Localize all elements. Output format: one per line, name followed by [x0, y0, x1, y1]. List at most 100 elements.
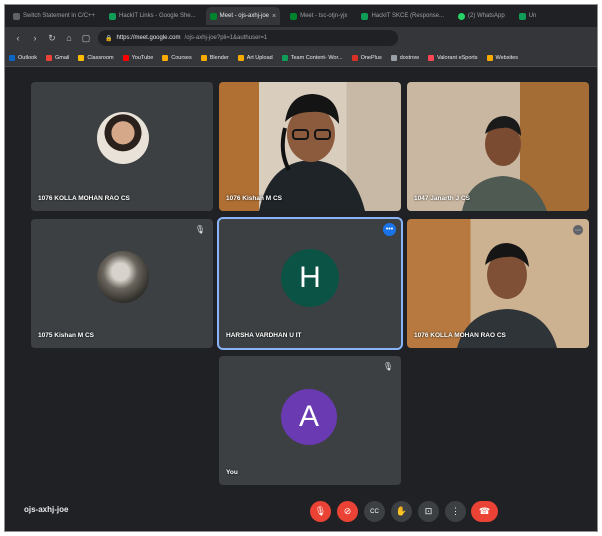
bookmarks-bar: Outlook Gmail Classroom YouTube Courses …: [5, 49, 597, 67]
avatar: A: [281, 389, 337, 445]
sheets-icon: [361, 12, 369, 20]
raise-hand-button[interactable]: ✋: [391, 501, 412, 522]
sheets-icon: [518, 12, 526, 20]
tab-whatsapp[interactable]: (2) WhatsApp: [454, 7, 509, 25]
close-tab-icon[interactable]: ×: [272, 13, 276, 20]
tab-label: HackIT Links - Google She...: [119, 13, 196, 19]
bookmark-oneplus[interactable]: OnePlus: [351, 54, 382, 61]
participant-name: HARSHA VARDHAN U IT: [226, 332, 302, 339]
participant-video-tile[interactable]: ⋯ 1076 KOLLA MOHAN RAO CS: [407, 219, 589, 348]
participant-name: 1047 Janarth J CS: [414, 195, 471, 202]
bookmark-youtube[interactable]: YouTube: [122, 54, 154, 61]
avatar-initial: A: [298, 400, 319, 433]
bookmark-label: OnePlus: [360, 54, 382, 61]
meet-icon: [209, 12, 217, 20]
browser-tab-strip: Switch Statement in C/C++ HackIT Links -…: [5, 5, 597, 27]
tab-label: HackIT SKCE (Response...: [371, 13, 445, 19]
back-icon[interactable]: ‹: [13, 33, 23, 43]
gmail-icon: [45, 54, 52, 61]
url-host: https://meet.google.com: [116, 35, 181, 41]
mic-off-icon: 🎙: [382, 362, 393, 371]
bookmark-label: Blender: [209, 54, 229, 61]
reload-icon[interactable]: ↻: [47, 33, 57, 44]
whatsapp-icon: [458, 12, 466, 20]
mic-off-icon: 🎙: [314, 506, 327, 516]
present-icon: ⊡: [424, 506, 433, 516]
bookmark-label: Courses: [171, 54, 192, 61]
participant-name: 1075 Kishan M CS: [38, 332, 94, 339]
end-call-button[interactable]: ☎: [471, 501, 498, 522]
bookmark-gmail[interactable]: Gmail: [45, 54, 70, 61]
url-path: /ojs-axhj-joe?pli=1&authuser=1: [184, 35, 268, 41]
folder-icon: [486, 54, 493, 61]
tab-hackit-links[interactable]: HackIT Links - Google She...: [105, 7, 200, 25]
bookmark-courses[interactable]: Courses: [162, 54, 192, 61]
more-options-button[interactable]: ⋮: [445, 501, 466, 522]
tab-hackit-response[interactable]: HackIT SKCE (Response...: [357, 7, 448, 25]
avatar-initial: H: [299, 261, 321, 294]
bookmark-blender[interactable]: Blender: [200, 54, 229, 61]
lock-icon: 🔒: [105, 35, 113, 42]
bookmark-label: YouTube: [131, 54, 154, 61]
tab-label: (2) WhatsApp: [468, 13, 505, 19]
tab-label: Switch Statement in C/C++: [23, 13, 96, 19]
more-options-icon: ⋮: [451, 506, 460, 516]
bookmark-outlook[interactable]: Outlook: [9, 54, 37, 61]
youtube-icon: [122, 54, 129, 61]
participant-tile-self[interactable]: A 🎙 You: [219, 356, 401, 485]
address-bar[interactable]: 🔒 https://meet.google.com/ojs-axhj-joe?p…: [98, 30, 398, 46]
home-icon[interactable]: ⌂: [64, 33, 74, 43]
tab-favicon-icon: [13, 12, 20, 20]
participant-tile[interactable]: 1076 KOLLA MOHAN RAO CS: [31, 82, 213, 211]
participant-name: 1076 Kishan M CS: [226, 195, 282, 202]
tab-label: Un: [528, 13, 537, 19]
captions-button[interactable]: CC: [364, 501, 385, 522]
bookmark-valorant[interactable]: Valorant eSports: [427, 54, 478, 61]
bookmark-label: dostrow: [399, 54, 419, 61]
meeting-code: ojs-axhj-joe: [24, 505, 69, 514]
participant-tile[interactable]: 🎙 1075 Kishan M CS: [31, 219, 213, 348]
tab-label: Meet - tsc-otjn-yjx: [300, 13, 348, 19]
tab-icon[interactable]: ▢: [81, 33, 91, 44]
tab-meet-other[interactable]: Meet - tsc-otjn-yjx: [286, 7, 351, 25]
meet-icon: [290, 12, 298, 20]
folder-icon: [162, 54, 169, 61]
participant-name: 1076 KOLLA MOHAN RAO CS: [414, 332, 506, 339]
sheets-icon: [109, 12, 117, 20]
tab-partial[interactable]: Un: [515, 7, 541, 25]
bookmark-dostrow[interactable]: dostrow: [390, 54, 419, 61]
bookmark-websites[interactable]: Websites: [486, 54, 519, 61]
forward-icon[interactable]: ›: [30, 33, 40, 43]
camera-toggle-button[interactable]: ⊘: [337, 501, 358, 522]
bookmark-label: Art Upload: [246, 54, 273, 61]
bookmark-label: Valorant eSports: [436, 54, 478, 61]
bookmark-label: Websites: [495, 54, 519, 61]
tab-switch-statement[interactable]: Switch Statement in C/C++: [9, 7, 99, 25]
oneplus-icon: [351, 54, 358, 61]
participant-name: You: [226, 469, 238, 476]
bookmark-art-upload[interactable]: Art Upload: [237, 54, 273, 61]
tab-meet-active[interactable]: Meet - ojs-axhj-joe ×: [205, 7, 281, 25]
avatar: H: [281, 249, 339, 307]
mic-toggle-button[interactable]: 🎙: [310, 501, 331, 522]
folder-icon: [200, 54, 207, 61]
bookmark-team-content[interactable]: Team Content- Wor...: [281, 54, 343, 61]
bookmark-classroom[interactable]: Classroom: [78, 54, 114, 61]
more-options-icon[interactable]: ⋯: [573, 225, 583, 235]
person-video-icon: [457, 243, 557, 348]
mic-off-icon: 🎙: [194, 225, 205, 234]
avatar: [97, 112, 149, 164]
participant-tile[interactable]: H ••• HARSHA VARDHAN U IT: [217, 217, 403, 350]
outlook-icon: [9, 54, 15, 61]
participant-video-tile[interactable]: 1047 Janarth J CS: [407, 82, 589, 211]
sheets-icon: [281, 54, 288, 61]
captions-icon: CC: [370, 508, 379, 515]
more-options-icon[interactable]: •••: [383, 223, 396, 236]
valorant-icon: [427, 54, 434, 61]
participant-video-tile[interactable]: 1076 Kishan M CS: [219, 82, 401, 211]
bookmark-label: Gmail: [54, 54, 70, 61]
link-icon: [390, 54, 397, 61]
participant-name: 1076 KOLLA MOHAN RAO CS: [38, 195, 130, 202]
bookmark-label: Classroom: [87, 54, 114, 61]
present-button[interactable]: ⊡: [418, 501, 439, 522]
